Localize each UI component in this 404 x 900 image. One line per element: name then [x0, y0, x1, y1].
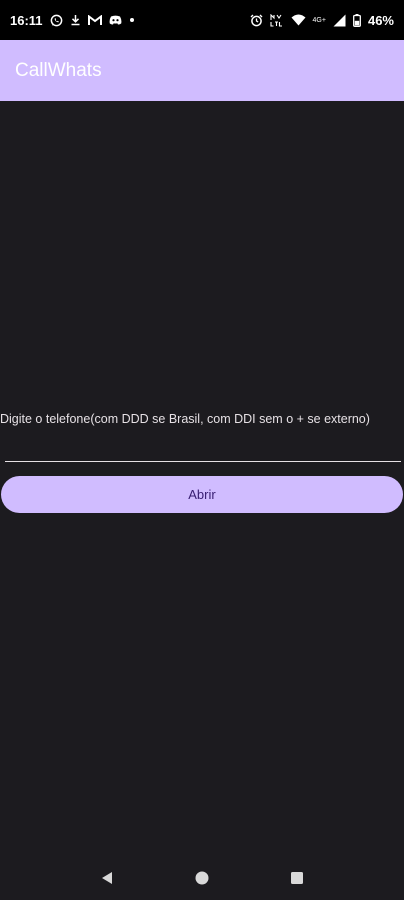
signal-icon [333, 14, 346, 27]
whatsapp-icon [50, 14, 63, 27]
back-button[interactable] [87, 858, 127, 898]
app-bar: CallWhats [0, 40, 404, 101]
dot-icon [129, 17, 135, 23]
status-bar-left: 16:11 [10, 13, 135, 28]
back-icon [102, 871, 113, 884]
home-icon [195, 871, 209, 884]
status-bar: 16:11 4G+ 46% [0, 0, 404, 40]
recents-icon [290, 871, 303, 884]
battery-percent: 46% [367, 12, 394, 28]
phone-input[interactable] [5, 432, 401, 462]
download-icon [70, 14, 81, 26]
status-time: 16:11 [10, 12, 43, 28]
phone-label: Digite o telefone(com DDD se Brasil, com… [0, 412, 370, 426]
alarm-icon [250, 14, 263, 27]
discord-icon [109, 15, 122, 25]
battery-icon [353, 13, 361, 27]
home-button[interactable] [182, 858, 222, 898]
navigation-bar [0, 855, 404, 900]
volte-icon [269, 13, 284, 27]
gmail-icon [87, 14, 102, 26]
app-title: CallWhats [15, 59, 102, 81]
open-button[interactable]: Abrir [1, 476, 403, 513]
app-screen: 16:11 4G+ 46% CallWhats Digite o telefon… [0, 0, 404, 900]
wifi-icon [291, 14, 306, 26]
network-type-label: 4G+ [312, 16, 326, 24]
recents-button[interactable] [277, 858, 317, 898]
status-bar-right: 4G+ 46% [250, 13, 394, 28]
